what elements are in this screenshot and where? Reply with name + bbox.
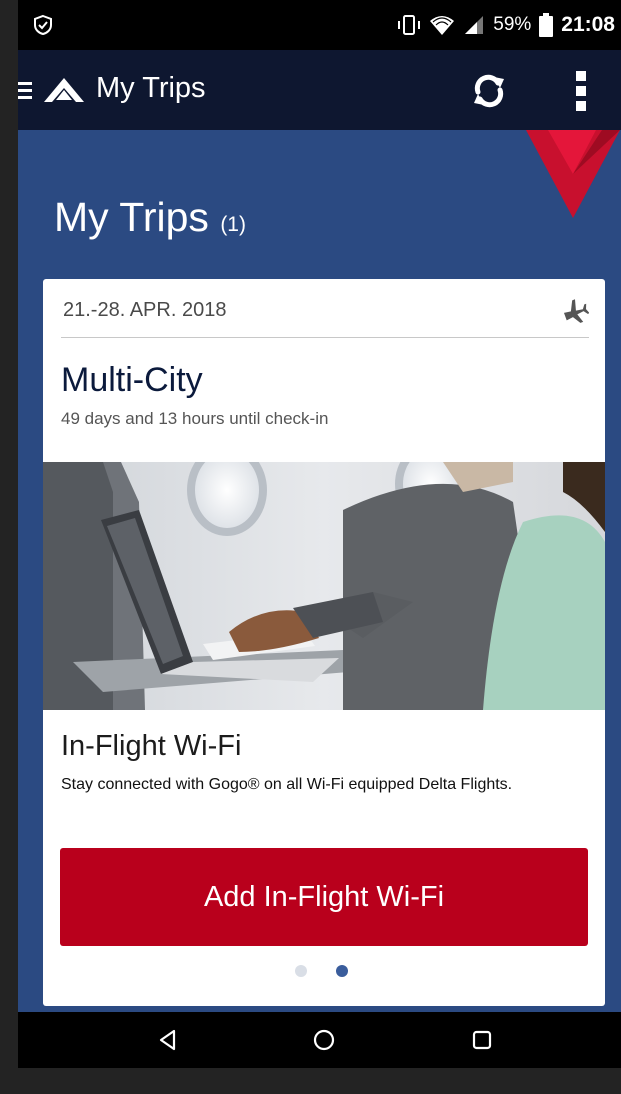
- refresh-icon[interactable]: [470, 72, 508, 110]
- wifi-promo-image: [43, 462, 605, 710]
- status-bar: 59% 21:08: [18, 0, 621, 50]
- wifi-icon: [430, 16, 455, 35]
- system-nav-bar: [18, 1012, 621, 1068]
- battery-icon: [539, 13, 554, 37]
- trip-type: Multi-City: [61, 361, 203, 399]
- trip-card[interactable]: 21.-28. APR. 2018 Multi-City 49 days and…: [43, 279, 605, 1006]
- promo-title: In-Flight Wi-Fi: [61, 730, 242, 762]
- trip-count: (1): [220, 213, 246, 236]
- app-bar-title: My Trips: [96, 72, 206, 104]
- add-wifi-button[interactable]: Add In-Flight Wi-Fi: [60, 848, 588, 946]
- trip-dates: 21.-28. APR. 2018: [63, 299, 227, 321]
- delta-logo: [44, 78, 84, 102]
- menu-icon[interactable]: [18, 80, 38, 100]
- device-frame-bottom: [0, 1068, 621, 1094]
- delta-widget-logo: [526, 130, 620, 218]
- carousel-indicator: [295, 965, 348, 977]
- shield-icon: [34, 14, 52, 36]
- recents-icon[interactable]: [468, 1026, 496, 1054]
- more-vert-icon[interactable]: [570, 70, 594, 112]
- page-title-text: My Trips: [54, 194, 209, 240]
- back-icon[interactable]: [154, 1026, 182, 1054]
- trips-content: My Trips (1) 21.-28. APR. 2018 Multi-Cit…: [18, 130, 621, 1012]
- carousel-dot-1[interactable]: [295, 965, 307, 977]
- carousel-dot-2-active[interactable]: [336, 965, 348, 977]
- battery-percent: 59%: [493, 14, 532, 35]
- home-icon[interactable]: [310, 1026, 338, 1054]
- add-wifi-button-label: Add In-Flight Wi-Fi: [203, 880, 445, 913]
- airplane-icon: [563, 299, 589, 323]
- device-frame-left: [0, 0, 18, 1094]
- app-bar: My Trips: [18, 50, 621, 130]
- clock: 21:08: [561, 13, 615, 36]
- promo-description: Stay connected with Gogo® on all Wi-Fi e…: [61, 776, 513, 793]
- signal-icon: [465, 16, 484, 34]
- vibrate-icon: [398, 15, 421, 35]
- phone-screen: 59% 21:08 My Trips My Trips (1) 21.-28. …: [18, 0, 621, 1068]
- checkin-countdown: 49 days and 13 hours until check-in: [61, 409, 329, 428]
- card-divider: [61, 337, 589, 338]
- page-title: My Trips (1): [54, 194, 246, 241]
